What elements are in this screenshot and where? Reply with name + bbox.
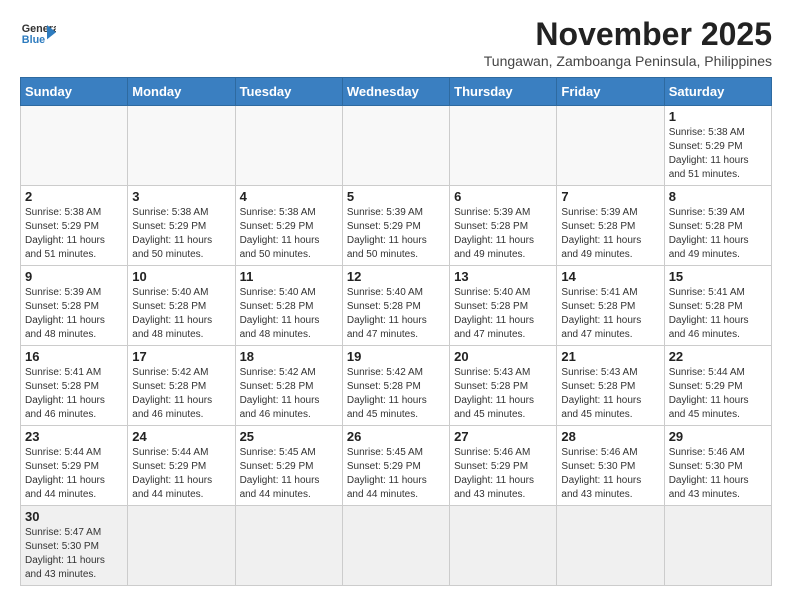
day-7: 7 Sunrise: 5:39 AM Sunset: 5:28 PM Dayli… <box>557 186 664 266</box>
header-friday: Friday <box>557 78 664 106</box>
day-6: 6 Sunrise: 5:39 AM Sunset: 5:28 PM Dayli… <box>450 186 557 266</box>
day-3: 3 Sunrise: 5:38 AM Sunset: 5:29 PM Dayli… <box>128 186 235 266</box>
calendar-row-4: 16 Sunrise: 5:41 AM Sunset: 5:28 PM Dayl… <box>21 346 772 426</box>
calendar-row-6: 30 Sunrise: 5:47 AM Sunset: 5:30 PM Dayl… <box>21 506 772 586</box>
day-22: 22 Sunrise: 5:44 AM Sunset: 5:29 PM Dayl… <box>664 346 771 426</box>
empty-cell <box>557 106 664 186</box>
weekday-header-row: Sunday Monday Tuesday Wednesday Thursday… <box>21 78 772 106</box>
empty-cell <box>557 506 664 586</box>
header-saturday: Saturday <box>664 78 771 106</box>
day-23: 23 Sunrise: 5:44 AM Sunset: 5:29 PM Dayl… <box>21 426 128 506</box>
day-10: 10 Sunrise: 5:40 AM Sunset: 5:28 PM Dayl… <box>128 266 235 346</box>
day-30: 30 Sunrise: 5:47 AM Sunset: 5:30 PM Dayl… <box>21 506 128 586</box>
day-13: 13 Sunrise: 5:40 AM Sunset: 5:28 PM Dayl… <box>450 266 557 346</box>
day-21: 21 Sunrise: 5:43 AM Sunset: 5:28 PM Dayl… <box>557 346 664 426</box>
day-1: 1 Sunrise: 5:38 AM Sunset: 5:29 PM Dayli… <box>664 106 771 186</box>
empty-cell <box>450 506 557 586</box>
empty-cell <box>21 106 128 186</box>
day-29: 29 Sunrise: 5:46 AM Sunset: 5:30 PM Dayl… <box>664 426 771 506</box>
day-28: 28 Sunrise: 5:46 AM Sunset: 5:30 PM Dayl… <box>557 426 664 506</box>
logo-icon: General Blue <box>20 16 56 52</box>
header-tuesday: Tuesday <box>235 78 342 106</box>
calendar-row-5: 23 Sunrise: 5:44 AM Sunset: 5:29 PM Dayl… <box>21 426 772 506</box>
page-header: General Blue November 2025 Tungawan, Zam… <box>20 16 772 69</box>
empty-cell <box>128 506 235 586</box>
header-thursday: Thursday <box>450 78 557 106</box>
logo: General Blue <box>20 16 56 52</box>
day-11: 11 Sunrise: 5:40 AM Sunset: 5:28 PM Dayl… <box>235 266 342 346</box>
day-24: 24 Sunrise: 5:44 AM Sunset: 5:29 PM Dayl… <box>128 426 235 506</box>
calendar-row-2: 2 Sunrise: 5:38 AM Sunset: 5:29 PM Dayli… <box>21 186 772 266</box>
calendar-row-1: 1 Sunrise: 5:38 AM Sunset: 5:29 PM Dayli… <box>21 106 772 186</box>
svg-text:Blue: Blue <box>22 34 45 46</box>
empty-cell <box>664 506 771 586</box>
day-25: 25 Sunrise: 5:45 AM Sunset: 5:29 PM Dayl… <box>235 426 342 506</box>
day-19: 19 Sunrise: 5:42 AM Sunset: 5:28 PM Dayl… <box>342 346 449 426</box>
month-title: November 2025 <box>484 16 772 53</box>
day-15: 15 Sunrise: 5:41 AM Sunset: 5:28 PM Dayl… <box>664 266 771 346</box>
day-27: 27 Sunrise: 5:46 AM Sunset: 5:29 PM Dayl… <box>450 426 557 506</box>
empty-cell <box>235 106 342 186</box>
header-wednesday: Wednesday <box>342 78 449 106</box>
location-subtitle: Tungawan, Zamboanga Peninsula, Philippin… <box>484 53 772 69</box>
header-sunday: Sunday <box>21 78 128 106</box>
empty-cell <box>342 106 449 186</box>
day-4: 4 Sunrise: 5:38 AM Sunset: 5:29 PM Dayli… <box>235 186 342 266</box>
empty-cell <box>128 106 235 186</box>
empty-cell <box>235 506 342 586</box>
day-1-info: Sunrise: 5:38 AM Sunset: 5:29 PM Dayligh… <box>669 126 767 182</box>
day-20: 20 Sunrise: 5:43 AM Sunset: 5:28 PM Dayl… <box>450 346 557 426</box>
day-5: 5 Sunrise: 5:39 AM Sunset: 5:29 PM Dayli… <box>342 186 449 266</box>
header-monday: Monday <box>128 78 235 106</box>
day-8: 8 Sunrise: 5:39 AM Sunset: 5:28 PM Dayli… <box>664 186 771 266</box>
day-26: 26 Sunrise: 5:45 AM Sunset: 5:29 PM Dayl… <box>342 426 449 506</box>
day-17: 17 Sunrise: 5:42 AM Sunset: 5:28 PM Dayl… <box>128 346 235 426</box>
calendar-row-3: 9 Sunrise: 5:39 AM Sunset: 5:28 PM Dayli… <box>21 266 772 346</box>
day-14: 14 Sunrise: 5:41 AM Sunset: 5:28 PM Dayl… <box>557 266 664 346</box>
day-9: 9 Sunrise: 5:39 AM Sunset: 5:28 PM Dayli… <box>21 266 128 346</box>
day-16: 16 Sunrise: 5:41 AM Sunset: 5:28 PM Dayl… <box>21 346 128 426</box>
day-2: 2 Sunrise: 5:38 AM Sunset: 5:29 PM Dayli… <box>21 186 128 266</box>
calendar-table: Sunday Monday Tuesday Wednesday Thursday… <box>20 77 772 586</box>
empty-cell <box>342 506 449 586</box>
empty-cell <box>450 106 557 186</box>
day-12: 12 Sunrise: 5:40 AM Sunset: 5:28 PM Dayl… <box>342 266 449 346</box>
title-block: November 2025 Tungawan, Zamboanga Penins… <box>484 16 772 69</box>
day-18: 18 Sunrise: 5:42 AM Sunset: 5:28 PM Dayl… <box>235 346 342 426</box>
